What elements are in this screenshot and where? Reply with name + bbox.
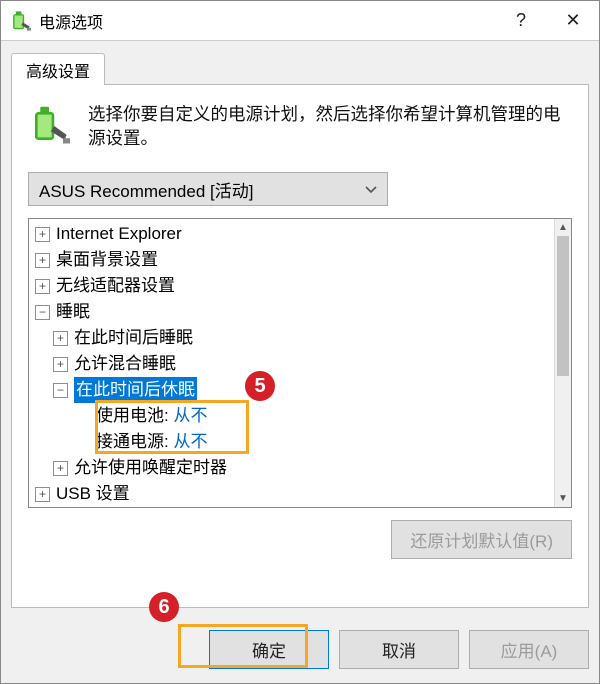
battery-plug-icon bbox=[9, 10, 31, 32]
tree-item-bat[interactable]: 使用电池: 从不 bbox=[33, 403, 571, 429]
scrollbar[interactable]: ▲ ▼ bbox=[554, 219, 571, 507]
restore-defaults-button[interactable]: 还原计划默认值(R) bbox=[391, 520, 572, 559]
tree-item-wakti[interactable]: + 允许使用唤醒定时器 bbox=[33, 455, 571, 481]
expand-icon[interactable]: + bbox=[53, 357, 68, 372]
tree-item-ie[interactable]: + Internet Explorer bbox=[33, 221, 571, 247]
close-button[interactable]: ✕ bbox=[547, 1, 599, 41]
scroll-down-icon[interactable]: ▼ bbox=[555, 490, 571, 507]
chevron-down-icon bbox=[365, 179, 377, 199]
tab-strip: 高级设置 bbox=[11, 53, 589, 85]
window-title: 电源选项 bbox=[39, 9, 495, 33]
tree-item-label: Internet Explorer bbox=[56, 221, 182, 247]
tree-item-value[interactable]: 从不 bbox=[173, 432, 207, 451]
ok-button[interactable]: 确定 bbox=[209, 630, 329, 669]
tree-item-label: 允许混合睡眠 bbox=[74, 351, 176, 377]
expand-icon[interactable]: + bbox=[35, 253, 50, 268]
tree-item-label: 无线适配器设置 bbox=[56, 273, 175, 299]
tree-item-hibaf[interactable]: −在此时间后休眠 bbox=[33, 377, 571, 403]
tree-item-label: 在此时间后休眠 bbox=[74, 377, 197, 403]
help-icon: ? bbox=[516, 10, 526, 31]
close-icon: ✕ bbox=[565, 10, 580, 31]
expand-icon[interactable]: + bbox=[35, 487, 50, 502]
tree-item-label: 允许使用唤醒定时器 bbox=[74, 455, 227, 481]
dialog-button-row: 6 确定 取消 应用(A) bbox=[1, 618, 599, 683]
tree-item-wlan[interactable]: + 无线适配器设置 bbox=[33, 273, 571, 299]
battery-plug-icon bbox=[28, 105, 70, 147]
tree-item-bg[interactable]: + 桌面背景设置 bbox=[33, 247, 571, 273]
tab-page: 选择你要自定义的电源计划，然后选择你希望计算机管理的电源设置。 ASUS Rec… bbox=[11, 84, 589, 608]
tree-item-label: 睡眠 bbox=[56, 299, 90, 325]
power-options-dialog: 电源选项 ? ✕ 高级设置 选择你要自定 bbox=[0, 0, 600, 684]
tree-item-label: 使用电池: 从不 bbox=[96, 403, 207, 429]
scroll-up-icon[interactable]: ▲ bbox=[555, 219, 571, 236]
tree-item-label: USB 设置 bbox=[56, 481, 130, 507]
tree-item-usb[interactable]: + USB 设置 bbox=[33, 481, 571, 507]
tab-advanced[interactable]: 高级设置 bbox=[11, 53, 105, 85]
tree-item-label: 桌面背景设置 bbox=[56, 247, 158, 273]
scroll-thumb[interactable] bbox=[557, 236, 569, 376]
collapse-icon[interactable]: − bbox=[35, 305, 50, 320]
expand-icon[interactable]: + bbox=[35, 227, 50, 242]
annotation-marker-6: 6 bbox=[149, 592, 179, 622]
tree-item-hyb[interactable]: + 允许混合睡眠 bbox=[33, 351, 571, 377]
tree-item-label: 接通电源: 从不 bbox=[96, 429, 207, 455]
power-plan-select[interactable]: ASUS Recommended [活动] bbox=[28, 172, 388, 206]
collapse-icon[interactable]: − bbox=[53, 383, 68, 398]
power-plan-selected: ASUS Recommended [活动] bbox=[39, 177, 253, 202]
tree-item-ac[interactable]: 接通电源: 从不 bbox=[33, 429, 571, 455]
expand-icon[interactable]: + bbox=[35, 279, 50, 294]
help-button[interactable]: ? bbox=[495, 1, 547, 41]
settings-tree: +Internet Explorer+桌面背景设置+无线适配器设置−睡眠+在此时… bbox=[28, 218, 572, 508]
titlebar[interactable]: 电源选项 ? ✕ bbox=[1, 1, 599, 41]
tree-item-value[interactable]: 从不 bbox=[173, 406, 207, 425]
cancel-button[interactable]: 取消 bbox=[339, 630, 459, 669]
scroll-track[interactable] bbox=[555, 236, 571, 490]
tree-item-slpaf[interactable]: + 在此时间后睡眠 bbox=[33, 325, 571, 351]
expand-icon[interactable]: + bbox=[53, 461, 68, 476]
intro-text: 选择你要自定义的电源计划，然后选择你希望计算机管理的电源设置。 bbox=[88, 103, 572, 150]
tree-item-label: 在此时间后睡眠 bbox=[74, 325, 193, 351]
tree-item-sleep[interactable]: −睡眠 bbox=[33, 299, 571, 325]
intro-row: 选择你要自定义的电源计划，然后选择你希望计算机管理的电源设置。 bbox=[28, 103, 572, 150]
expand-icon[interactable]: + bbox=[53, 331, 68, 346]
apply-button[interactable]: 应用(A) bbox=[469, 630, 589, 669]
